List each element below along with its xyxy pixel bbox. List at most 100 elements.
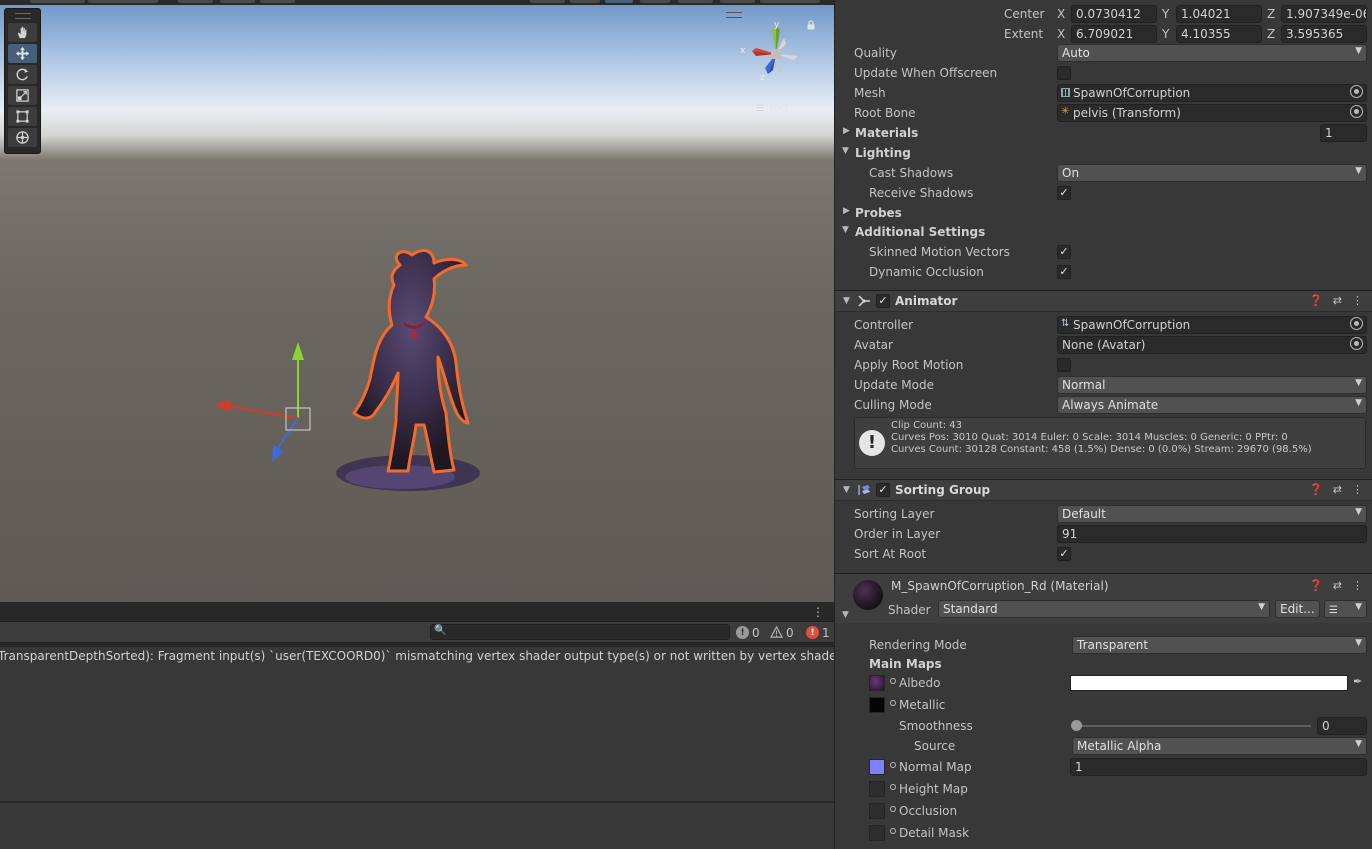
selected-creature-model[interactable] [330,245,500,515]
rotate-tool-button[interactable] [8,65,37,84]
additional-settings-label[interactable]: Additional Settings [855,225,985,239]
smoothness-field[interactable]: 0 [1317,717,1367,735]
additional-foldout-icon[interactable]: ▼ [842,225,849,235]
move-gizmo[interactable] [200,330,330,470]
shader-dropdown[interactable]: Standard ▼ [938,600,1270,618]
dynamic-occlusion-label: Dynamic Occlusion [869,265,984,279]
center-y-field[interactable]: 1.04021 [1176,5,1262,23]
detail-mask-picker-icon[interactable] [890,828,896,834]
move-tool-button[interactable] [8,44,37,63]
height-map-thumbnail[interactable] [869,781,885,797]
rotate-icon [16,68,29,81]
kebab-menu-icon[interactable]: ⋮ [1352,579,1363,592]
orientation-gizmo[interactable]: y x z [738,16,818,96]
help-icon[interactable]: ❓ [1309,483,1323,496]
animator-component-header[interactable]: ▼ ✓ Animator ❓ ⇄ ⋮ [835,290,1372,312]
quality-dropdown[interactable]: Auto ▼ [1057,44,1367,62]
extent-z-field[interactable]: 3.595365 [1281,25,1367,43]
animator-foldout-icon[interactable]: ▼ [843,296,850,306]
rect-tool-button[interactable] [8,107,37,126]
cast-shadows-dropdown[interactable]: On ▼ [1057,164,1367,182]
log-count-toggle[interactable]: ! 0 [736,624,760,641]
lighting-label[interactable]: Lighting [855,146,911,160]
albedo-texture-thumbnail[interactable] [869,675,885,691]
detail-mask-thumbnail[interactable] [869,825,885,841]
controller-field[interactable]: ⇅ SpawnOfCorruption [1057,316,1367,334]
rendering-mode-dropdown[interactable]: Transparent ▼ [1072,636,1367,654]
console-menu-icon[interactable]: ⋮ [812,605,824,619]
avatar-field[interactable]: None (Avatar) [1057,336,1367,354]
root-bone-field[interactable]: ✳ pelvis (Transform) [1057,104,1367,122]
smoothness-slider-handle[interactable] [1071,720,1082,731]
kebab-menu-icon[interactable]: ⋮ [1352,294,1363,307]
materials-count-field[interactable]: 1 [1320,124,1367,142]
source-dropdown[interactable]: Metallic Alpha ▼ [1072,737,1367,755]
albedo-picker-icon[interactable] [890,678,896,684]
normal-map-thumbnail[interactable] [869,759,885,775]
update-offscreen-checkbox[interactable] [1057,66,1071,80]
sorting-layer-dropdown[interactable]: Default ▼ [1057,505,1367,523]
kebab-menu-icon[interactable]: ⋮ [1352,483,1363,496]
metallic-row: Metallic [835,695,1372,715]
probes-label[interactable]: Probes [855,206,902,220]
extent-y-field[interactable]: 4.10355 [1176,25,1262,43]
height-map-picker-icon[interactable] [890,784,896,790]
dynamic-occlusion-checkbox[interactable]: ✓ [1057,265,1071,279]
metallic-texture-thumbnail[interactable] [869,697,885,713]
extent-x-field[interactable]: 6.709021 [1071,25,1157,43]
mesh-field[interactable]: SpawnOfCorruption [1057,84,1367,102]
center-x-field[interactable]: 0.0730412 [1071,5,1157,23]
lighting-foldout-icon[interactable]: ▼ [842,146,849,156]
probes-foldout-icon[interactable]: ▶ [843,206,850,216]
albedo-color-swatch[interactable] [1070,675,1348,691]
occlusion-picker-icon[interactable] [890,806,896,812]
warning-count-toggle[interactable]: 0 [770,624,794,641]
animator-enabled-checkbox[interactable]: ✓ [876,294,890,308]
order-in-layer-field[interactable]: 91 [1057,525,1367,543]
console-toolbar: 🔍 ! 0 0 ! 1 [0,622,834,643]
transform-tool-button[interactable] [8,128,37,147]
motion-vectors-checkbox[interactable]: ✓ [1057,245,1071,259]
normal-scale-field[interactable]: 1 [1070,758,1367,776]
material-foldout-icon[interactable]: ▼ [842,610,849,620]
update-mode-dropdown[interactable]: Normal ▼ [1057,376,1367,394]
scale-tool-button[interactable] [8,86,37,105]
sort-at-root-checkbox[interactable]: ✓ [1057,547,1071,561]
normal-map-picker-icon[interactable] [890,762,896,768]
console-log-entry[interactable]: TransparentDepthSorted): Fragment input(… [0,647,834,669]
apply-root-motion-checkbox[interactable] [1057,358,1071,372]
shader-options-dropdown[interactable]: ☰ ▼ [1324,600,1367,618]
material-preview-icon [853,580,883,610]
help-icon[interactable]: ❓ [1309,294,1323,307]
shader-edit-button[interactable]: Edit... [1275,600,1320,618]
hand-tool-button[interactable] [8,23,37,42]
sorting-group-foldout-icon[interactable]: ▼ [843,485,850,495]
metallic-picker-icon[interactable] [890,700,896,706]
center-z-field[interactable]: 1.907349e-06 [1281,5,1367,23]
root-bone-object-picker-icon[interactable] [1350,105,1363,118]
preset-icon[interactable]: ⇄ [1333,294,1342,307]
sorting-group-enabled-checkbox[interactable]: ✓ [876,483,890,497]
smoothness-slider-track[interactable] [1075,725,1311,727]
material-header[interactable]: ▼ M_SpawnOfCorruption_Rd (Material) ❓ ⇄ … [835,573,1372,623]
eyedropper-icon[interactable]: ✒ [1353,675,1362,688]
materials-label[interactable]: Materials [855,126,918,140]
culling-mode-dropdown[interactable]: Always Animate ▼ [1057,396,1367,414]
avatar-object-picker-icon[interactable] [1350,337,1363,350]
preset-icon[interactable]: ⇄ [1333,579,1342,592]
preset-icon[interactable]: ⇄ [1333,483,1342,496]
materials-foldout-icon[interactable]: ▶ [843,126,850,136]
controller-object-picker-icon[interactable] [1350,317,1363,330]
view-orientation-label[interactable]: ☰ Top [756,100,788,114]
order-in-layer-label: Order in Layer [854,527,941,541]
toolbar-grip[interactable] [14,13,31,19]
error-count-toggle[interactable]: ! 1 [806,624,830,641]
occlusion-thumbnail[interactable] [869,803,885,819]
help-icon[interactable]: ❓ [1309,579,1323,592]
sorting-group-component-header[interactable]: ▼ ✓ Sorting Group ❓ ⇄ ⋮ [835,479,1372,501]
console-search-input[interactable]: 🔍 [430,624,730,640]
receive-shadows-checkbox[interactable]: ✓ [1057,186,1071,200]
mesh-object-picker-icon[interactable] [1350,85,1363,98]
chevron-down-icon: ▼ [1355,739,1362,749]
scene-view[interactable]: y x z ☰ Top [0,0,834,602]
